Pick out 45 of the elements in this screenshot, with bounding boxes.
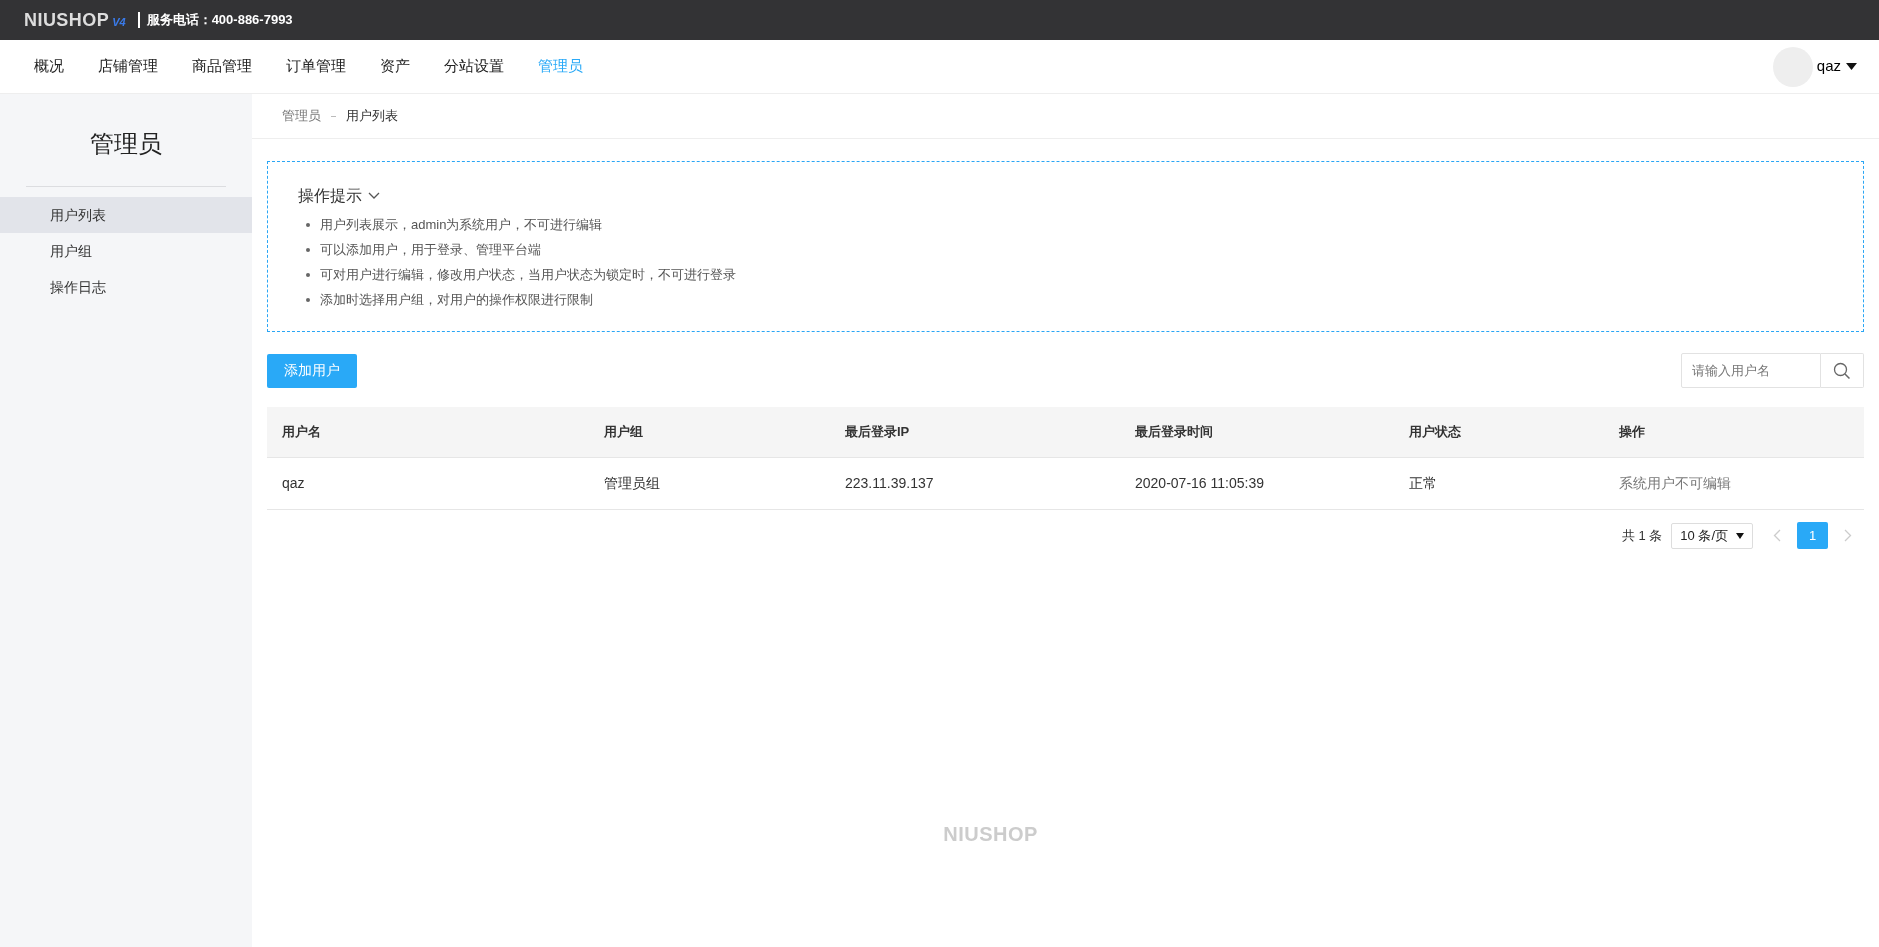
nav-tab[interactable]: 店铺管理: [81, 55, 175, 78]
nav-tab[interactable]: 分站设置: [427, 55, 521, 78]
sidebar-item[interactable]: 操作日志: [0, 269, 252, 305]
table-cell-text: 管理员组: [603, 474, 661, 493]
tips-title: 操作提示: [298, 186, 362, 206]
sidebar-title: 管理员: [89, 129, 163, 159]
breadcrumb-item[interactable]: 管理员: [282, 106, 321, 126]
tip-text: 添加时选择用户组，对用户的操作权限进行限制: [320, 290, 593, 309]
bullet-icon: [306, 297, 310, 302]
column-header: 用户状态: [1408, 423, 1462, 442]
column-header: 用户组: [603, 423, 644, 442]
tip-text: 用户列表展示，admin为系统用户，不可进行编辑: [320, 215, 603, 234]
phone-text: 服务电话：400-886-7993: [146, 11, 293, 30]
sidebar-item[interactable]: 用户组: [0, 233, 252, 269]
tip-text: 可以添加用户，用于登录、管理平台端: [320, 240, 541, 259]
nav-tab[interactable]: 订单管理: [269, 55, 363, 78]
search-button[interactable]: [1821, 353, 1864, 388]
column-header: 最后登录时间: [1134, 423, 1214, 442]
table-cell-text: 223.11.39.137: [844, 474, 935, 493]
caret-icon: [1736, 532, 1744, 539]
username[interactable]: qaz: [1816, 55, 1841, 78]
column-header: 最后登录IP: [844, 423, 911, 442]
table-cell-text: 系统用户不可编辑: [1618, 474, 1732, 493]
column-header: 用户名: [281, 423, 322, 442]
caret-icon[interactable]: [1846, 63, 1857, 70]
search-icon: [1833, 361, 1851, 380]
version-label: V4: [112, 14, 126, 30]
page-size-select[interactable]: 10 条/页: [1671, 522, 1753, 549]
table-cell-text: 2020-07-16 11:05:39: [1134, 474, 1265, 493]
breadcrumb-item: 用户列表: [346, 107, 398, 126]
chevron-down-icon[interactable]: [368, 192, 380, 200]
bullet-icon: [306, 222, 310, 227]
total-count: 共 1 条: [1621, 526, 1663, 545]
nav-tab[interactable]: 资产: [363, 55, 427, 78]
bullet-icon: [306, 272, 310, 277]
sidebar-item[interactable]: 用户列表: [0, 197, 252, 233]
table-cell-text: qaz: [281, 474, 306, 493]
tip-text: 可对用户进行编辑，修改用户状态，当用户状态为锁定时，不可进行登录: [320, 265, 736, 284]
nav-tab[interactable]: 概况: [17, 55, 81, 78]
table-cell-text: 正常: [1408, 474, 1438, 493]
column-header: 操作: [1618, 423, 1646, 442]
search-field[interactable]: 请输入用户名: [1681, 353, 1821, 388]
bullet-icon: [306, 247, 310, 252]
nav-tab[interactable]: 商品管理: [175, 55, 269, 78]
logo: NIUSHOP: [24, 8, 110, 32]
